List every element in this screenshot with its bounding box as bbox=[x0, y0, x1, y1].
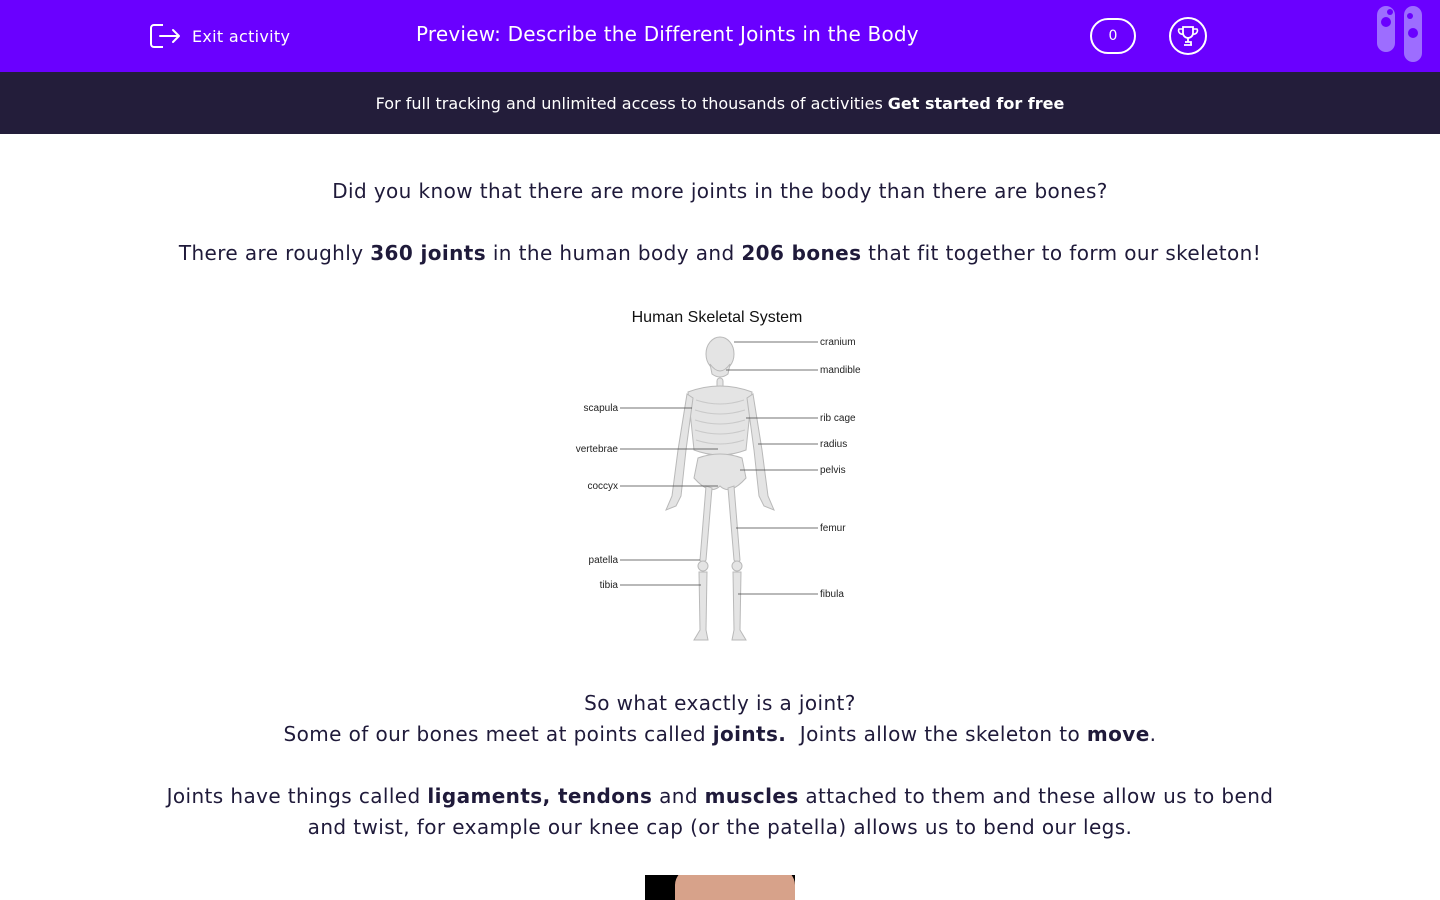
text: in the human body and bbox=[486, 241, 742, 265]
promo-banner: For full tracking and unlimited access t… bbox=[0, 72, 1440, 134]
label-rib-cage: rib cage bbox=[820, 413, 856, 424]
skeleton-diagram: Human Skeletal System cranium mandible r… bbox=[560, 300, 880, 660]
muscles-term: muscles bbox=[704, 784, 799, 808]
promo-text: For full tracking and unlimited access t… bbox=[375, 93, 883, 113]
ligaments-tendons-term: ligaments, tendons bbox=[427, 784, 653, 808]
page-title: Preview: Describe the Different Joints i… bbox=[416, 22, 919, 46]
text: and bbox=[652, 784, 705, 808]
joints-count: 360 joints bbox=[370, 241, 487, 265]
label-fibula: fibula bbox=[820, 589, 844, 600]
label-radius: radius bbox=[820, 439, 847, 450]
top-bar: Exit activity Preview: Describe the Diff… bbox=[0, 0, 1440, 72]
joints-count-paragraph: There are roughly 360 joints in the huma… bbox=[0, 241, 1440, 265]
get-started-link[interactable]: Get started for free bbox=[888, 94, 1065, 113]
joints-definition-paragraph: Some of our bones meet at points called … bbox=[0, 722, 1440, 746]
ligaments-paragraph-line-2: and twist, for example our knee cap (or … bbox=[307, 815, 1133, 839]
label-cranium: cranium bbox=[820, 337, 856, 348]
skeleton-image: Human Skeletal System cranium mandible r… bbox=[576, 309, 861, 641]
score-badge: 0 bbox=[1090, 18, 1136, 54]
label-pelvis: pelvis bbox=[820, 465, 846, 476]
logo-icon bbox=[1377, 6, 1422, 62]
trophy-icon bbox=[1177, 26, 1199, 46]
trophy-button[interactable] bbox=[1169, 17, 1207, 55]
question-paragraph: So what exactly is a joint? bbox=[584, 691, 856, 715]
text: attached to them and these allow us to b… bbox=[798, 784, 1274, 808]
move-term: move bbox=[1086, 722, 1150, 746]
ligaments-paragraph-line-1: Joints have things called ligaments, ten… bbox=[0, 784, 1440, 808]
label-tibia: tibia bbox=[600, 580, 619, 591]
text: . bbox=[1149, 722, 1157, 746]
knee-skin bbox=[675, 875, 795, 900]
label-vertebrae: vertebrae bbox=[576, 444, 619, 455]
joints-term: joints. bbox=[712, 722, 787, 746]
text: Joints allow the skeleton to bbox=[786, 722, 1087, 746]
exit-label: Exit activity bbox=[192, 26, 291, 46]
text: There are roughly bbox=[178, 241, 371, 265]
intro-paragraph: Did you know that there are more joints … bbox=[332, 179, 1108, 203]
label-coccyx: coccyx bbox=[587, 481, 618, 492]
label-scapula: scapula bbox=[584, 403, 619, 414]
text: that fit together to form our skeleton! bbox=[861, 241, 1262, 265]
text: Joints have things called bbox=[166, 784, 428, 808]
label-femur: femur bbox=[820, 523, 846, 534]
label-patella: patella bbox=[589, 555, 619, 566]
label-mandible: mandible bbox=[820, 365, 861, 376]
knee-photo bbox=[645, 875, 795, 900]
exit-icon bbox=[150, 24, 180, 48]
text: Some of our bones meet at points called bbox=[283, 722, 713, 746]
diagram-title: Human Skeletal System bbox=[632, 309, 803, 326]
exit-activity-button[interactable]: Exit activity bbox=[149, 20, 290, 52]
bones-count: 206 bones bbox=[741, 241, 862, 265]
